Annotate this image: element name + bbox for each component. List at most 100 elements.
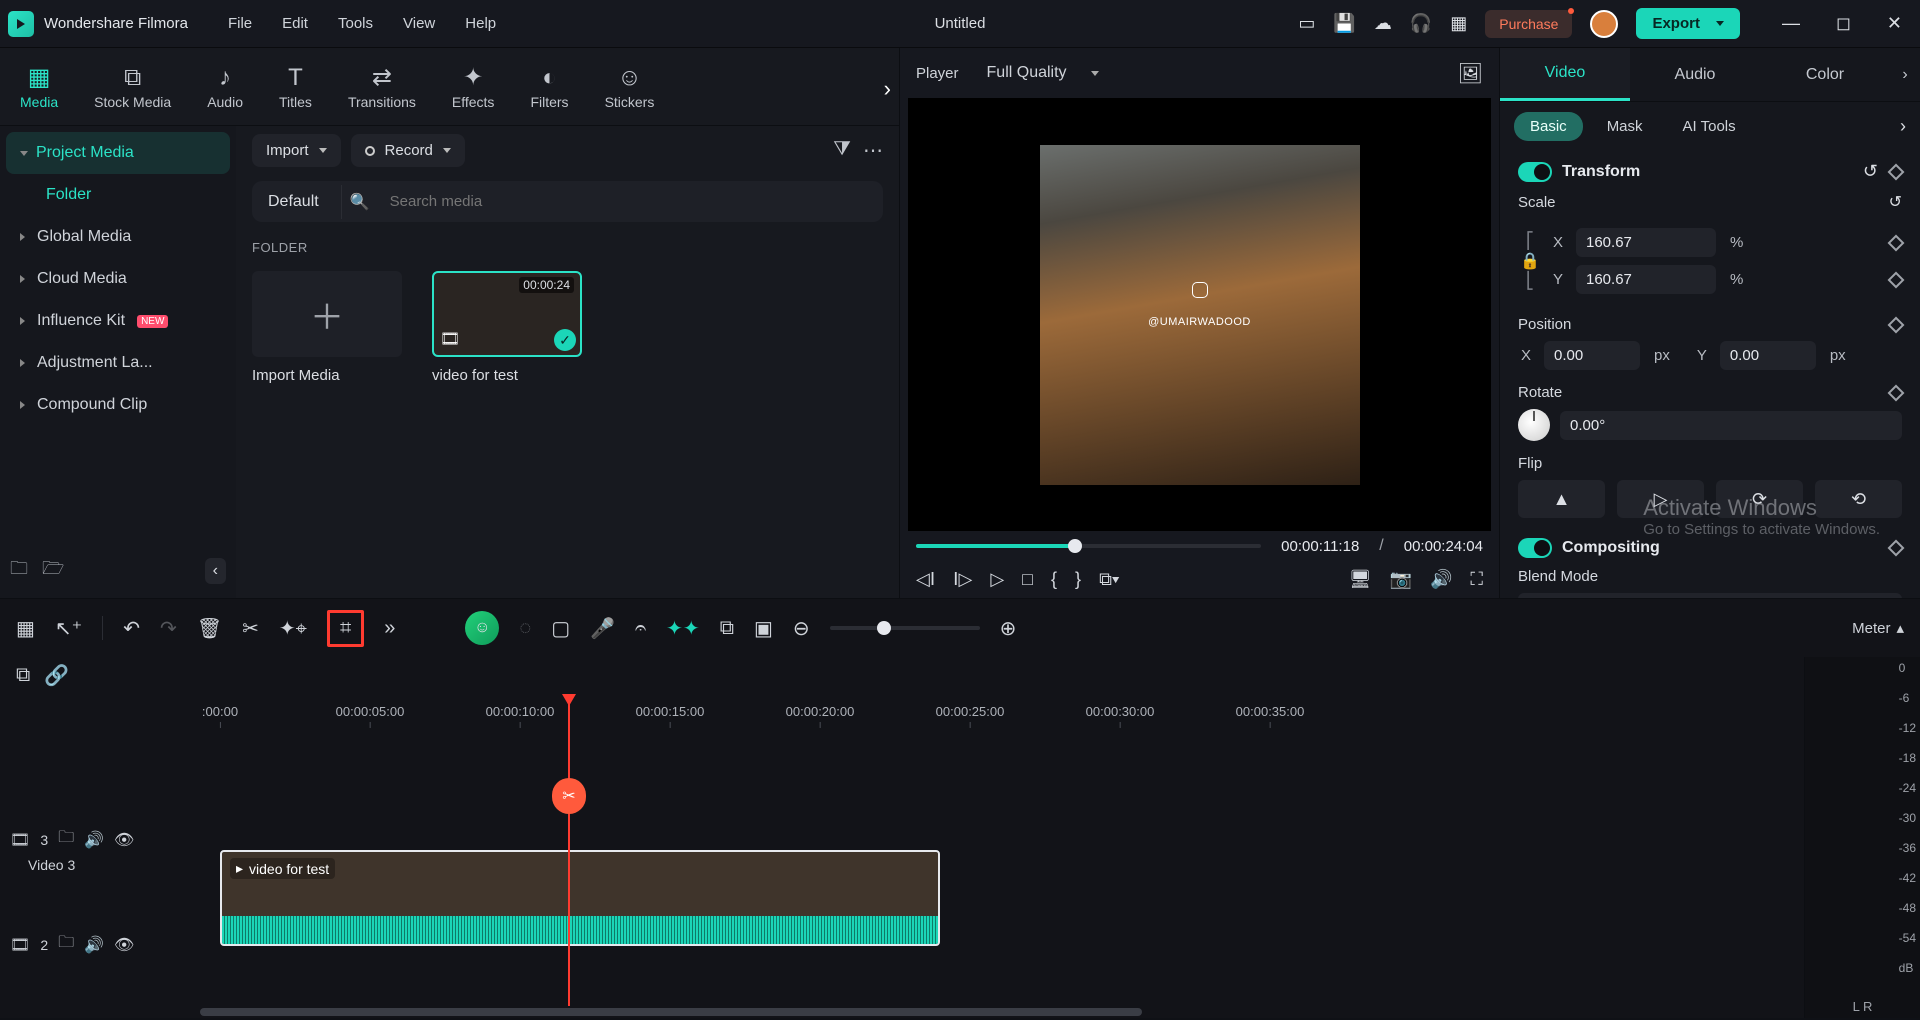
sidebar-item-project-media[interactable]: Project Media: [6, 132, 230, 174]
mode-stock-media[interactable]: ⧉Stock Media: [86, 58, 179, 116]
track-mute-icon[interactable]: 🔊: [84, 830, 104, 850]
search-input[interactable]: [378, 183, 881, 220]
sidebar-item-adjustment-layer[interactable]: Adjustment La...: [6, 342, 230, 384]
split-icon[interactable]: ✂: [242, 616, 259, 641]
mode-media[interactable]: ▦Media: [12, 57, 66, 116]
flip-vertical-button[interactable]: ▷: [1617, 480, 1704, 518]
stop-button[interactable]: □: [1022, 569, 1033, 590]
zoom-slider[interactable]: [830, 626, 980, 630]
tabs-scroll-right[interactable]: ›: [1890, 66, 1920, 84]
transform-reset-icon[interactable]: ↺: [1863, 161, 1878, 182]
sidebar-item-influence-kit[interactable]: Influence KitNEW: [6, 300, 230, 342]
time-ruler[interactable]: :00:0000:00:05:0000:00:10:0000:00:15:000…: [200, 694, 1920, 728]
more-icon[interactable]: ⋯: [863, 138, 883, 163]
mark-out-button[interactable]: }: [1075, 569, 1081, 590]
transform-keyframe[interactable]: [1888, 163, 1905, 180]
redo-icon[interactable]: ↷: [160, 616, 177, 641]
position-y-input[interactable]: 0.00: [1720, 341, 1816, 370]
ai-cut-icon[interactable]: ✦⌖: [279, 616, 307, 641]
subtabs-scroll-right[interactable]: ›: [1900, 116, 1906, 137]
timeline-clip[interactable]: ▸video for test: [220, 850, 940, 946]
track-eye-icon[interactable]: 👁: [114, 830, 134, 850]
transform-toggle[interactable]: [1518, 162, 1552, 182]
track-head-video3[interactable]: 🎞3🗀🔊👁: [0, 826, 200, 853]
volume-icon[interactable]: 🔊: [1430, 569, 1452, 590]
new-folder-icon[interactable]: 🗀: [10, 556, 28, 586]
scale-x-keyframe[interactable]: [1888, 234, 1905, 251]
media-clip[interactable]: 00:00:24 🎞 ✓: [432, 271, 582, 357]
minimize-button[interactable]: —: [1772, 9, 1810, 38]
sidebar-item-compound-clip[interactable]: Compound Clip: [6, 384, 230, 426]
rotate-ccw-button[interactable]: ⟲: [1815, 480, 1902, 518]
track-mute-icon[interactable]: 🔊: [84, 935, 104, 955]
zoom-knob[interactable]: [877, 621, 891, 635]
blend-mode-dropdown[interactable]: Normal▾: [1518, 593, 1902, 598]
scale-y-input[interactable]: 160.67: [1576, 265, 1716, 294]
mode-filters[interactable]: ◐Filters: [522, 58, 576, 116]
sidebar-item-global-media[interactable]: Global Media: [6, 216, 230, 258]
voice-icon[interactable]: 🎤: [590, 616, 615, 641]
collapse-sidebar-button[interactable]: ‹: [205, 558, 226, 584]
pip-icon[interactable]: 🖥: [1349, 569, 1372, 590]
mode-stickers[interactable]: ☺Stickers: [597, 58, 663, 116]
tab-audio[interactable]: Audio: [1630, 50, 1760, 100]
magnet-icon[interactable]: ✦✦: [666, 616, 700, 641]
menu-edit[interactable]: Edit: [282, 15, 308, 32]
meter-label[interactable]: Meter▴: [1852, 619, 1904, 637]
mode-audio[interactable]: ♪Audio: [199, 58, 251, 116]
play-button[interactable]: ▷: [990, 569, 1004, 590]
tab-video[interactable]: Video: [1500, 48, 1630, 101]
avatar[interactable]: [1590, 10, 1618, 38]
playhead-flag[interactable]: [562, 694, 576, 706]
cloud-icon[interactable]: ☁: [1374, 13, 1392, 34]
scrubber-knob[interactable]: [1068, 539, 1082, 553]
sort-dropdown[interactable]: Default: [254, 185, 342, 219]
mixer-icon[interactable]: 𝄐: [635, 617, 646, 640]
pointer-icon[interactable]: ↖⁺: [55, 616, 82, 641]
camera-icon[interactable]: 📷: [1390, 569, 1412, 590]
subtab-basic[interactable]: Basic: [1514, 112, 1583, 141]
crop-icon[interactable]: ⌗: [327, 610, 364, 647]
export-button[interactable]: Export: [1636, 8, 1740, 39]
track-folder-icon[interactable]: 🗀: [58, 826, 74, 853]
import-dropdown[interactable]: Import: [252, 134, 341, 167]
smart-button[interactable]: ☺: [465, 611, 499, 645]
timeline-scroll-thumb[interactable]: [200, 1008, 1142, 1016]
filter-icon[interactable]: ⧩: [833, 138, 851, 163]
menu-help[interactable]: Help: [465, 15, 496, 32]
scale-y-keyframe[interactable]: [1888, 271, 1905, 288]
subtab-ai[interactable]: AI Tools: [1667, 112, 1752, 141]
position-x-input[interactable]: 0.00: [1544, 341, 1640, 370]
grid-icon[interactable]: ▦: [16, 616, 35, 641]
mode-effects[interactable]: ✦Effects: [444, 57, 503, 116]
menu-view[interactable]: View: [403, 15, 435, 32]
quality-dropdown[interactable]: Full Quality: [977, 58, 1109, 88]
next-frame-button[interactable]: Ⅰ▷: [953, 569, 972, 590]
ratio-dropdown[interactable]: ⧉▾: [1099, 569, 1119, 590]
purchase-button[interactable]: Purchase: [1485, 10, 1572, 38]
scale-reset-icon[interactable]: ↺: [1889, 192, 1902, 212]
track-folder-icon[interactable]: 🗀: [58, 931, 74, 958]
more-tools-icon[interactable]: »: [384, 617, 395, 640]
open-folder-icon[interactable]: 🗁: [42, 556, 64, 586]
menu-file[interactable]: File: [228, 15, 252, 32]
marker-icon[interactable]: ▢: [551, 616, 570, 641]
flip-horizontal-button[interactable]: ▲: [1518, 480, 1605, 518]
group-icon[interactable]: ⧉: [720, 617, 734, 640]
layout-icon[interactable]: ▭: [1298, 13, 1315, 34]
scrubber[interactable]: [916, 544, 1261, 548]
delete-icon[interactable]: 🗑: [197, 616, 222, 641]
apps-icon[interactable]: ▦: [1450, 13, 1467, 34]
timeline-scrollbar[interactable]: [200, 1006, 1720, 1018]
track-head-2[interactable]: 🎞2🗀🔊👁: [0, 931, 200, 958]
position-keyframe[interactable]: [1888, 316, 1905, 333]
scale-x-input[interactable]: 160.67: [1576, 228, 1716, 257]
video-viewer[interactable]: @UMAIRWADOOD: [908, 98, 1491, 531]
duplicate-icon[interactable]: ⧉: [16, 664, 30, 687]
close-button[interactable]: ✕: [1877, 9, 1912, 38]
zoom-out-icon[interactable]: ⊖: [793, 616, 810, 641]
zoom-in-icon[interactable]: ⊕: [1000, 616, 1017, 641]
mode-titles[interactable]: TTitles: [271, 58, 320, 116]
sidebar-item-folder[interactable]: Folder: [6, 174, 230, 216]
mode-scroll-right[interactable]: ›: [884, 76, 891, 102]
